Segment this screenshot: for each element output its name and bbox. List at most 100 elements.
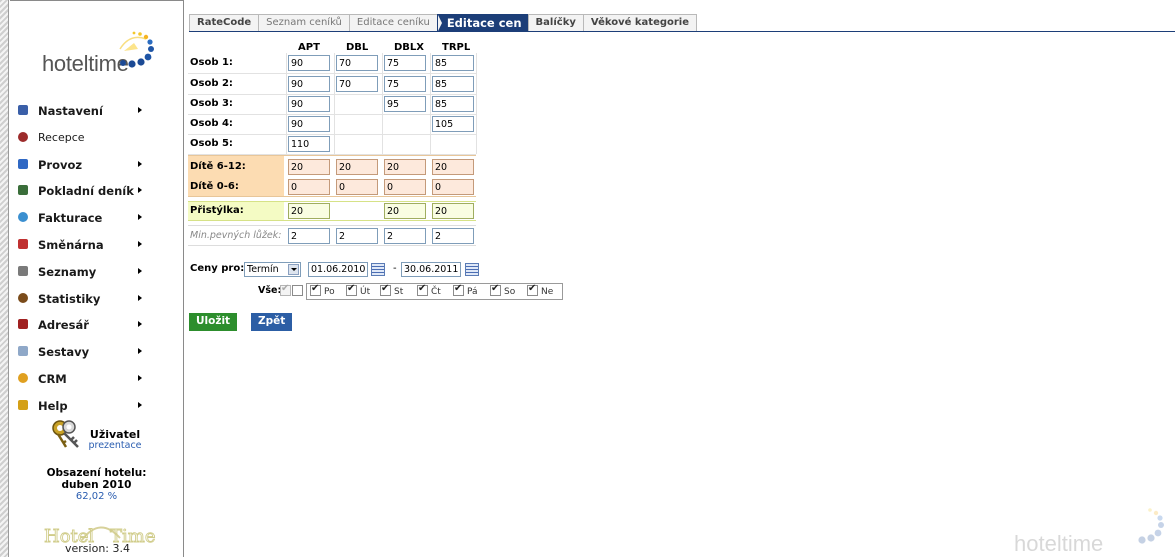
- column-header: APT: [298, 42, 320, 53]
- menu-item-směnárna[interactable]: Směnárna: [10, 231, 183, 258]
- rate-input[interactable]: [336, 55, 378, 71]
- rate-input[interactable]: [384, 228, 426, 244]
- rate-input[interactable]: [432, 76, 474, 92]
- grid-line: [334, 53, 335, 154]
- weekday-checkbox[interactable]: [453, 283, 464, 296]
- menu-item-sestavy[interactable]: Sestavy: [10, 338, 183, 365]
- weekday-checkbox[interactable]: [490, 283, 501, 296]
- tab-editace-ceníku[interactable]: Editace ceníku: [348, 14, 437, 32]
- rate-input[interactable]: [336, 179, 378, 195]
- main-menu: Nastavení Recepce Provoz Pokladní deník Fakt…: [10, 97, 183, 419]
- submenu-arrow-icon: [138, 321, 142, 328]
- sidebar: hoteltime Nastavení Recepce Provoz Pokladní…: [0, 0, 184, 557]
- submenu-arrow-icon: [138, 240, 142, 247]
- period-mode-select[interactable]: Termín: [244, 262, 301, 277]
- rate-input[interactable]: [384, 179, 426, 195]
- menu-item-pokladní-deník[interactable]: Pokladní deník: [10, 177, 183, 204]
- all-days-checkbox[interactable]: [292, 285, 303, 296]
- tab-balíčky[interactable]: Balíčky: [527, 14, 583, 32]
- rate-input[interactable]: [432, 203, 474, 219]
- rate-input[interactable]: [288, 76, 330, 92]
- hotel-time-brand-logo: Hotel Time version: 3.4: [40, 516, 160, 556]
- rate-input[interactable]: [288, 159, 330, 175]
- rate-input[interactable]: [384, 203, 426, 219]
- menu-item-crm[interactable]: CRM: [10, 365, 183, 392]
- rate-input[interactable]: [288, 228, 330, 244]
- keys-icon: [52, 420, 79, 448]
- all-days-checkbox-disabled: [280, 283, 291, 296]
- submenu-arrow-icon: [138, 401, 142, 408]
- menu-item-label: Help: [38, 398, 68, 413]
- rate-input[interactable]: [432, 55, 474, 71]
- weekday-checkbox[interactable]: [346, 283, 357, 296]
- menu-item-recepce[interactable]: Recepce: [10, 124, 183, 151]
- grid-line: [476, 53, 477, 154]
- weekday-checkbox[interactable]: [380, 283, 391, 296]
- save-button[interactable]: Uložit: [189, 313, 238, 331]
- menu-item-label: Sestavy: [38, 345, 90, 360]
- menu-item-label: Seznamy: [38, 264, 97, 279]
- rate-row-label: Osob 3:: [190, 98, 233, 109]
- submenu-arrow-icon: [138, 267, 142, 274]
- rate-input[interactable]: [432, 116, 474, 132]
- tab-seznam-ceníků[interactable]: Seznam ceníků: [258, 14, 349, 32]
- menu-item-label: Statistiky: [38, 291, 101, 306]
- tab-editace-cen[interactable]: Editace cen: [436, 14, 528, 32]
- rate-input[interactable]: [288, 179, 330, 195]
- weekday-checkbox[interactable]: [417, 283, 428, 296]
- date-to-input[interactable]: [401, 262, 461, 277]
- calendar-from-icon[interactable]: [371, 263, 385, 276]
- rate-input[interactable]: [336, 159, 378, 175]
- menu-item-seznamy[interactable]: Seznamy: [10, 258, 183, 285]
- grid-line: [286, 53, 287, 154]
- back-button[interactable]: Zpět: [251, 313, 293, 331]
- menu-item-statistiky[interactable]: Statistiky: [10, 285, 183, 312]
- weekday-checkbox[interactable]: [527, 283, 538, 296]
- tab-ratecode[interactable]: RateCode: [189, 14, 259, 32]
- rate-row-label: Dítě 6-12:: [190, 161, 246, 172]
- settings-icon: [16, 103, 30, 117]
- column-header: DBL: [346, 42, 369, 53]
- menu-item-provoz[interactable]: Provoz: [10, 151, 183, 178]
- rate-input[interactable]: [336, 76, 378, 92]
- rate-input[interactable]: [288, 55, 330, 71]
- reception-icon: [16, 130, 30, 144]
- period-mode-value: Termín: [247, 264, 279, 275]
- rate-input[interactable]: [336, 228, 378, 244]
- rate-input[interactable]: [432, 179, 474, 195]
- tab-věkové-kategorie[interactable]: Věkové kategorie: [582, 14, 698, 32]
- date-from-input[interactable]: [308, 262, 368, 277]
- submenu-arrow-icon: [138, 214, 142, 221]
- rate-input[interactable]: [384, 159, 426, 175]
- rate-input[interactable]: [288, 96, 330, 112]
- statistics-icon: [16, 291, 30, 305]
- sidebar-stripe: [0, 0, 9, 557]
- menu-item-help[interactable]: Help: [10, 392, 183, 419]
- rate-input[interactable]: [432, 228, 474, 244]
- rate-row-label: Osob 5:: [190, 138, 233, 149]
- rate-input[interactable]: [432, 159, 474, 175]
- rate-row-label: Min.pevných lůžek:: [190, 230, 282, 241]
- menu-item-adresář[interactable]: Adresář: [10, 311, 183, 338]
- user-name[interactable]: prezentace: [80, 440, 150, 451]
- menu-item-fakturace[interactable]: Fakturace: [10, 204, 183, 231]
- weekday-label: Pá: [467, 287, 478, 297]
- help-icon: [16, 398, 30, 412]
- user-box[interactable]: Uživatel prezentace: [10, 416, 183, 462]
- chevron-down-icon[interactable]: [288, 264, 299, 275]
- rate-input[interactable]: [288, 203, 330, 219]
- rate-input[interactable]: [288, 116, 330, 132]
- weekday-checkbox[interactable]: [310, 283, 321, 296]
- rate-input[interactable]: [288, 136, 330, 152]
- rate-input[interactable]: [384, 96, 426, 112]
- rate-row: Osob 2:: [188, 74, 476, 95]
- occupancy-month: duben 2010: [61, 479, 132, 491]
- hoteltime-logo[interactable]: hoteltime: [40, 29, 175, 79]
- rate-row-label: Osob 4:: [190, 118, 233, 129]
- calendar-to-icon[interactable]: [465, 263, 479, 276]
- weekday-checkbox-group: Po Út St Čt Pá So Ne: [306, 283, 563, 300]
- rate-input[interactable]: [432, 96, 474, 112]
- rate-input[interactable]: [384, 55, 426, 71]
- rate-input[interactable]: [384, 76, 426, 92]
- menu-item-nastavení[interactable]: Nastavení: [10, 97, 183, 124]
